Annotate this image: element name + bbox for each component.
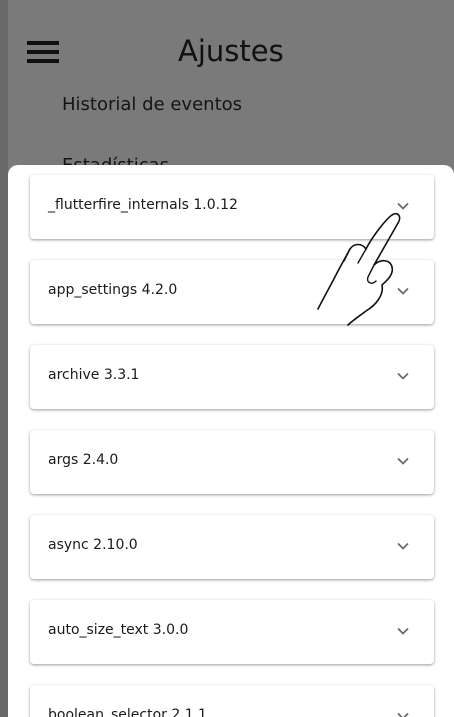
- license-tile-app-settings[interactable]: app_settings 4.2.0: [30, 260, 434, 324]
- chevron-down-icon[interactable]: [396, 284, 410, 298]
- license-label: auto_size_text 3.0.0: [48, 622, 189, 638]
- chevron-down-icon[interactable]: [396, 624, 410, 638]
- license-tile-archive[interactable]: archive 3.3.1: [30, 345, 434, 409]
- license-label: app_settings 4.2.0: [48, 282, 178, 298]
- license-label: boolean_selector 2.1.1: [48, 707, 207, 717]
- license-tile-flutterfire-internals[interactable]: _flutterfire_internals 1.0.12: [30, 175, 434, 239]
- screen: Ajustes Historial de eventos Estadística…: [0, 0, 454, 717]
- license-tile-boolean-selector[interactable]: boolean_selector 2.1.1: [30, 685, 434, 717]
- left-edge-strip: [0, 0, 8, 717]
- page-title: Ajustes: [178, 34, 284, 68]
- license-label: async 2.10.0: [48, 537, 138, 553]
- license-label: archive 3.3.1: [48, 367, 140, 383]
- licenses-bottom-sheet: _flutterfire_internals 1.0.12 app_settin…: [8, 165, 454, 717]
- license-tile-auto-size-text[interactable]: auto_size_text 3.0.0: [30, 600, 434, 664]
- license-tile-args[interactable]: args 2.4.0: [30, 430, 434, 494]
- chevron-down-icon[interactable]: [396, 454, 410, 468]
- license-tile-async[interactable]: async 2.10.0: [30, 515, 434, 579]
- chevron-down-icon[interactable]: [396, 199, 410, 213]
- chevron-down-icon[interactable]: [396, 539, 410, 553]
- license-label: args 2.4.0: [48, 452, 119, 468]
- chevron-down-icon[interactable]: [396, 369, 410, 383]
- chevron-down-icon[interactable]: [396, 709, 410, 717]
- hamburger-menu-icon[interactable]: [27, 41, 61, 65]
- drawer-item-event-history[interactable]: Historial de eventos: [62, 94, 242, 115]
- license-label: _flutterfire_internals 1.0.12: [48, 197, 238, 213]
